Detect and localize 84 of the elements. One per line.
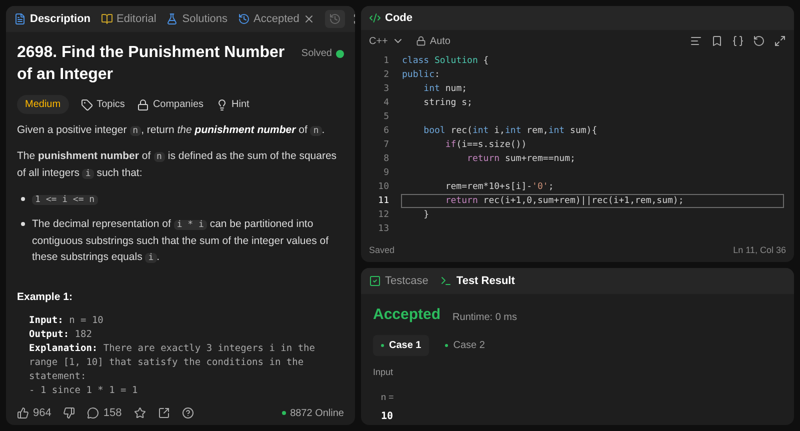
example-line: Input: n = 10	[29, 314, 104, 328]
tag-button[interactable]: Topics	[80, 97, 125, 112]
thumbs-down-icon[interactable]	[63, 407, 76, 419]
code-title: Code	[385, 10, 412, 26]
star-icon[interactable]	[134, 407, 146, 419]
close-icon[interactable]	[303, 13, 316, 25]
reset-icon[interactable]	[753, 35, 765, 47]
save-status: Saved	[369, 244, 395, 258]
like-button[interactable]: 964	[17, 404, 52, 422]
terminal-icon	[440, 275, 452, 287]
example-line: - 1 since 1 * 1 = 1	[29, 384, 139, 398]
description-paragraph: The punishment number of n is defined as the sum of the squares of all integers i such that:	[17, 149, 338, 181]
panel-tab[interactable]: Editorial	[100, 10, 156, 28]
line-number: 12	[377, 209, 389, 221]
code-icon	[369, 12, 381, 24]
line-number: 2	[382, 69, 389, 81]
tag-button[interactable]: Hint	[216, 97, 250, 112]
thumbs-up-icon	[17, 407, 29, 419]
line-number: 10	[377, 181, 389, 193]
runtime-text: Runtime: 0 ms	[452, 310, 517, 324]
format-icon[interactable]	[690, 35, 702, 47]
help-icon[interactable]	[182, 407, 194, 419]
cursor-position: Ln 11, Col 36	[733, 244, 786, 258]
expand-icon[interactable]	[774, 35, 786, 47]
solved-status: Solved	[301, 47, 332, 61]
code-line: if(i==s.size())	[444, 139, 528, 152]
problem-title: 2698. Find the Punishment Number of an Integer	[17, 43, 286, 85]
line-number: 3	[382, 83, 389, 95]
condition-item: The decimal representation of i * i can be partitioned into contiguous substrings such that the sum of the integer values of these substrings equals i .	[32, 217, 330, 265]
braces-icon[interactable]	[732, 35, 744, 47]
description-paragraph: Given a positive integer n , return the punishment number of n .	[17, 123, 326, 138]
example-title: Example 1:	[17, 290, 74, 305]
variable-value: 10	[380, 410, 394, 424]
code-line: class Solution {	[401, 55, 490, 68]
code-line: }	[422, 209, 430, 222]
code-line: bool rec(int i,int rem,int sum){	[422, 125, 598, 138]
code-line: string s;	[422, 97, 474, 110]
variable-name: n =	[380, 391, 395, 404]
code-line: public:	[401, 69, 441, 82]
panel-tab[interactable]: Solutions	[166, 10, 228, 28]
line-number: 11	[377, 195, 389, 207]
flask-icon	[166, 13, 178, 25]
comments-button[interactable]: 158	[87, 404, 122, 422]
line-number: 8	[382, 153, 389, 165]
line-number: 9	[382, 167, 389, 179]
code-line: int num;	[422, 83, 468, 96]
result-tab[interactable]: Testcase	[369, 272, 428, 290]
line-number: 5	[382, 111, 389, 123]
bullet-icon	[21, 222, 25, 226]
example-line: Explanation: There are exactly 3 integers i in the range [1, 10] that satisfy the conditions in the statement:	[29, 342, 316, 384]
online-count: 8872 Online	[290, 406, 344, 420]
tag-icon	[80, 98, 93, 110]
line-number: 1	[382, 55, 389, 67]
difficulty-badge: Medium	[17, 95, 69, 114]
lightbulb-icon	[216, 98, 228, 110]
language-dropdown[interactable]: C++	[369, 34, 404, 48]
checkbox-icon	[369, 275, 381, 287]
mode-button[interactable]: Auto	[416, 34, 450, 48]
case-tab[interactable]: Case 1	[373, 334, 430, 356]
result-tab[interactable]: Test Result	[440, 272, 515, 290]
code-line: rem=rem*10+s[i]-'0';	[444, 181, 555, 194]
share-icon[interactable]	[158, 407, 170, 419]
line-number: 13	[377, 223, 389, 235]
case-tab[interactable]: Case 2	[437, 334, 493, 356]
verdict-text: Accepted	[373, 305, 441, 325]
input-label: Input	[372, 366, 394, 379]
panel-tab[interactable]: Description	[14, 10, 91, 28]
line-number: 6	[382, 125, 389, 137]
history-button[interactable]	[325, 10, 346, 28]
code-line: return sum+rem==num;	[466, 153, 576, 166]
lock-icon	[416, 36, 426, 46]
document-icon	[14, 13, 26, 25]
book-icon	[100, 13, 113, 25]
tag-button[interactable]: Companies	[136, 97, 204, 112]
line-number: 7	[382, 139, 389, 151]
history-icon	[238, 13, 250, 25]
history-icon	[329, 13, 342, 25]
panel-tab[interactable]: Accepted	[238, 10, 316, 28]
bullet-icon	[21, 197, 25, 201]
comment-icon	[87, 407, 100, 419]
line-number: 4	[382, 97, 389, 109]
bookmark-icon[interactable]	[711, 35, 723, 47]
example-line: Output: 182	[29, 328, 93, 342]
lock-icon	[136, 98, 149, 110]
